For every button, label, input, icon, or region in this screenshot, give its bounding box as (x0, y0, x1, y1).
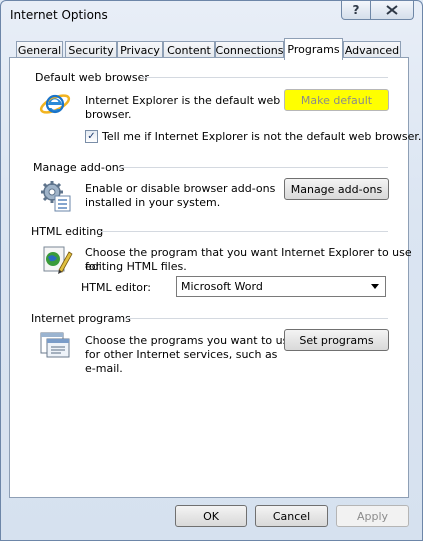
divider (125, 318, 388, 319)
html-editing-heading: HTML editing (31, 225, 104, 238)
internet-explorer-icon (39, 94, 71, 114)
ok-button[interactable]: OK (175, 505, 247, 527)
manage-addons-heading: Manage add-ons (33, 161, 125, 174)
set-programs-button[interactable]: Set programs (284, 329, 389, 351)
divider (99, 231, 388, 232)
html-editor-select[interactable]: Microsoft Word (176, 276, 386, 297)
addons-gear-icon (41, 181, 71, 212)
chevron-down-icon (371, 284, 379, 289)
apply-button[interactable]: Apply (336, 505, 409, 527)
make-default-button[interactable]: Make default (284, 89, 389, 111)
close-button[interactable] (370, 1, 414, 20)
notify-default-checkbox[interactable]: ✓ (85, 130, 98, 143)
window-title: Internet Options (10, 8, 108, 22)
default-browser-text-line1: Internet Explorer is the default web (85, 94, 281, 107)
help-button[interactable]: ? (341, 1, 371, 20)
close-icon (386, 5, 398, 15)
programs-icon (40, 332, 70, 358)
notify-default-label: Tell me if Internet Explorer is not the … (102, 130, 422, 143)
divider (141, 77, 388, 78)
html-editor-value: Microsoft Word (181, 280, 263, 293)
internet-programs-text-line3: e-mail. (85, 362, 123, 375)
html-editor-icon (43, 246, 73, 274)
internet-programs-heading: Internet programs (31, 312, 131, 325)
cancel-button[interactable]: Cancel (255, 505, 328, 527)
divider (118, 167, 388, 168)
internet-programs-text-line2: for other Internet services, such as (85, 348, 278, 361)
default-browser-text-line2: browser. (85, 108, 132, 121)
html-editing-text-line2: editing HTML files. (85, 260, 187, 273)
manage-addons-button[interactable]: Manage add-ons (284, 178, 389, 200)
addons-text-line1: Enable or disable browser add-ons (85, 182, 276, 195)
internet-options-dialog: Internet Options ? General Security Priv… (0, 0, 423, 541)
html-editor-label: HTML editor: (81, 281, 151, 294)
default-browser-heading: Default web browser (35, 71, 149, 84)
addons-text-line2: installed in your system. (85, 196, 221, 209)
tab-programs[interactable]: Programs (284, 38, 343, 60)
internet-programs-text-line1: Choose the programs you want to use (85, 334, 296, 347)
